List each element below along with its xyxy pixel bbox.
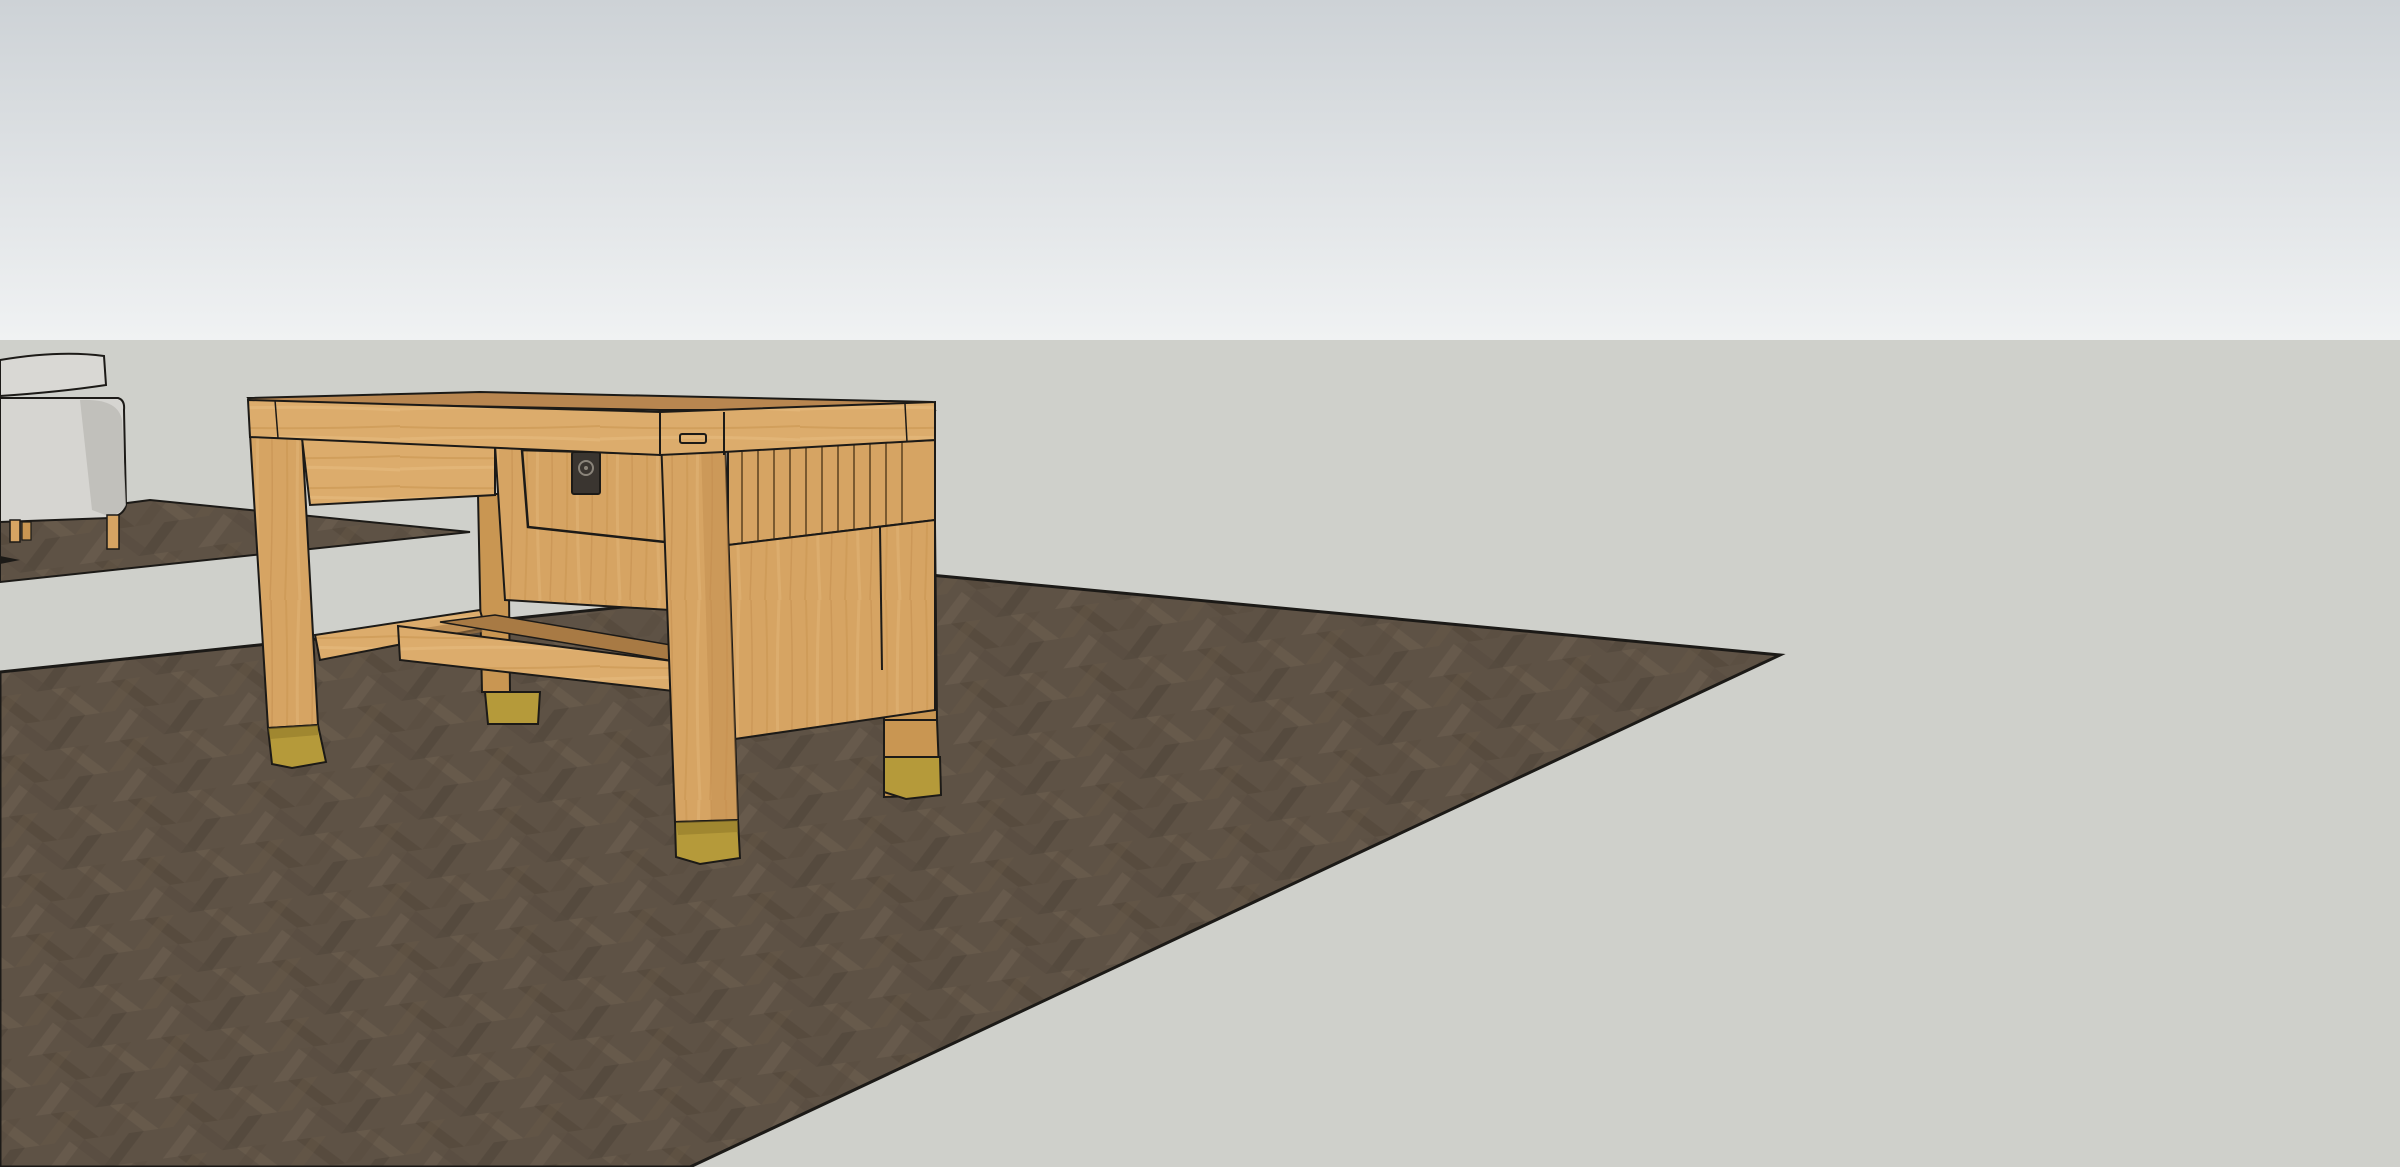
sky [0, 0, 2400, 340]
modeling-viewport[interactable] [0, 0, 2400, 1167]
brass-foot-back-right [883, 756, 943, 801]
ring-pull-icon [571, 451, 601, 495]
